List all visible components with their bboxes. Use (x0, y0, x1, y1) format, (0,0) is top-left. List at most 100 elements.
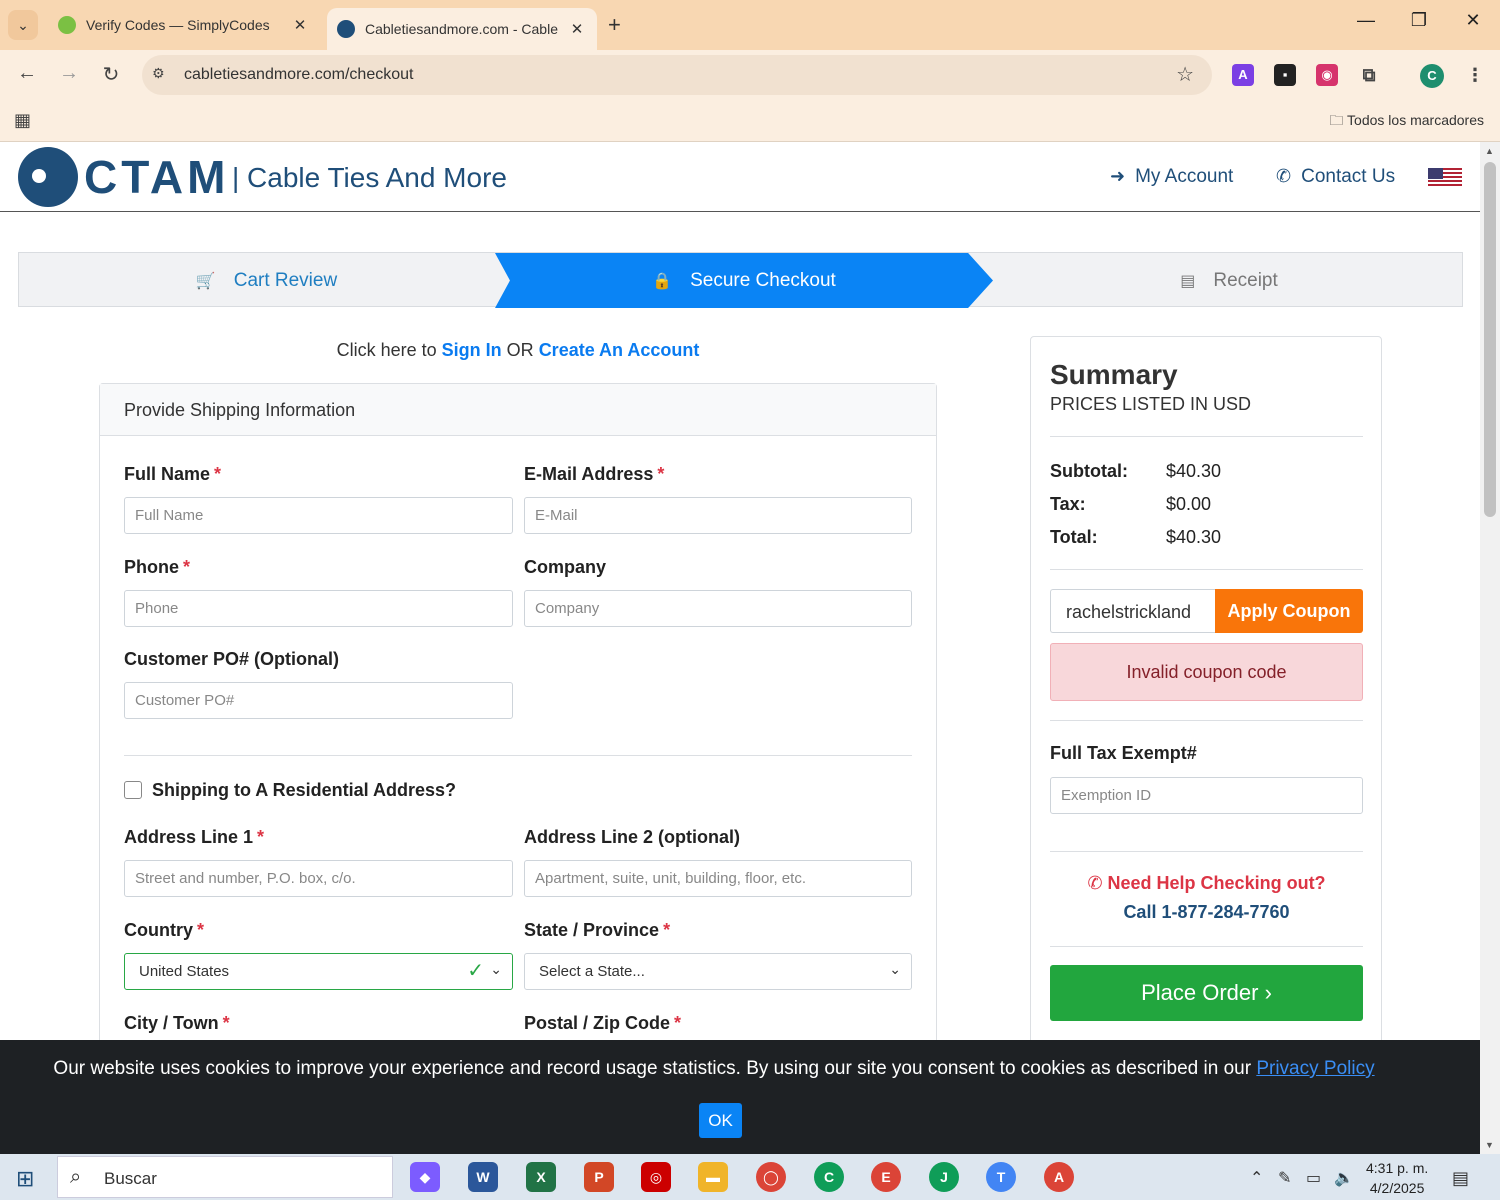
full-name-input[interactable]: Full Name (124, 497, 513, 534)
forward-arrow-icon[interactable]: → (56, 62, 82, 85)
step-label: Cart Review (233, 270, 338, 291)
place-order-button[interactable]: Place Order › (1050, 965, 1363, 1021)
restore-icon[interactable]: ❐ (1399, 10, 1439, 31)
address-bar[interactable]: ⚙ cabletiesandmore.com/checkout ☆ (142, 55, 1212, 95)
us-flag-icon[interactable] (1428, 168, 1462, 188)
tax-row: Tax: $0.00 (1050, 494, 1212, 514)
back-arrow-icon[interactable]: ← (14, 62, 40, 85)
shipping-card: Provide Shipping Information Full Name * … (99, 383, 937, 1083)
scrollbar-thumb[interactable] (1484, 162, 1496, 517)
close-icon[interactable]: ✕ (290, 16, 310, 34)
extension-glasses-icon[interactable]: ▪ (1274, 64, 1296, 86)
window-close-icon[interactable]: ✕ (1453, 10, 1493, 31)
browser-tab-simplycodes[interactable]: Verify Codes — SimplyCodes ✕ (48, 8, 320, 42)
summary-divider (1050, 569, 1363, 570)
scroll-down-arrow-icon[interactable]: ▼ (1485, 1140, 1494, 1150)
email-input[interactable]: E-Mail (524, 497, 912, 534)
extension-robot-icon[interactable]: ◉ (1316, 64, 1338, 86)
site-header: CTAM | Cable Ties And More ➜ My Account ✆… (0, 142, 1480, 212)
signin-prompt: Click here to Sign In OR Create An Accou… (100, 340, 936, 361)
windows-start-icon[interactable]: ⊞ (16, 1166, 34, 1192)
step-receipt: ▤ Receipt (994, 253, 1464, 308)
country-select[interactable]: United States ✓ ⌄ (124, 953, 513, 990)
cookie-text: Our website uses cookies to improve your… (53, 1058, 1375, 1079)
tray-chevron-up-icon[interactable]: ⌃ (1250, 1168, 1263, 1188)
volume-icon[interactable]: 🔈 (1334, 1168, 1354, 1188)
tab-title: Verify Codes — SimplyCodes (86, 17, 270, 33)
coupon-input[interactable]: rachelstrickland (1050, 589, 1216, 633)
cookie-ok-button[interactable]: OK (699, 1103, 742, 1138)
extensions-puzzle-icon[interactable]: ⧉ (1358, 64, 1380, 86)
help-phone-number[interactable]: Call 1-877-284-7760 (1050, 902, 1363, 923)
network-icon[interactable]: ▭ (1306, 1168, 1321, 1188)
tab-search-button[interactable]: ⌄ (8, 10, 38, 40)
checkout-progress: 🛒 Cart Review 🔒 Secure Checkout ▤ Receipt (18, 252, 1464, 308)
cart-icon: 🛒 (195, 273, 216, 290)
summary-divider (1050, 436, 1363, 437)
residential-label[interactable]: Shipping to A Residential Address? (152, 780, 456, 801)
step-secure-checkout: 🔒 Secure Checkout (495, 253, 993, 308)
browser-tab-cabletiesandmore[interactable]: Cabletiesandmore.com - Cable ✕ (327, 8, 597, 50)
coupon-error-alert: Invalid coupon code (1050, 643, 1363, 701)
url-text[interactable]: cabletiesandmore.com/checkout (184, 66, 413, 84)
contact-us-link[interactable]: ✆ Contact Us (1276, 166, 1395, 188)
summary-divider (1050, 946, 1363, 947)
minimize-icon[interactable]: — (1346, 10, 1386, 31)
address2-input[interactable]: Apartment, suite, unit, building, floor,… (524, 860, 912, 897)
create-account-link[interactable]: Create An Account (539, 340, 700, 360)
exemption-id-input[interactable]: Exemption ID (1050, 777, 1363, 814)
powerpoint-icon[interactable]: P (584, 1162, 614, 1192)
state-select[interactable]: Select a State... ⌄ (524, 953, 912, 990)
address1-input[interactable]: Street and number, P.O. box, c/o. (124, 860, 513, 897)
bookmark-star-icon[interactable]: ☆ (1176, 62, 1194, 87)
apps-grid-icon[interactable]: ▦ (14, 110, 31, 131)
excel-icon[interactable]: X (526, 1162, 556, 1192)
sign-in-link[interactable]: Sign In (442, 340, 502, 360)
logo-text[interactable]: CTAM (84, 150, 229, 204)
chrome-profile-c-icon[interactable]: C (814, 1162, 844, 1192)
my-account-link[interactable]: ➜ My Account (1110, 166, 1233, 188)
chrome-profile-e-icon[interactable]: E (871, 1162, 901, 1192)
copilot-icon[interactable]: ◆ (410, 1162, 440, 1192)
summary-subtitle: PRICES LISTED IN USD (1050, 394, 1252, 414)
ctam-logo-icon[interactable] (18, 147, 78, 207)
profile-avatar[interactable]: C (1420, 64, 1444, 88)
close-icon[interactable]: ✕ (567, 20, 587, 38)
customer-po-input[interactable]: Customer PO# (124, 682, 513, 719)
postal-label: Postal / Zip Code * (524, 1013, 682, 1033)
reload-icon[interactable]: ↻ (98, 62, 124, 87)
file-explorer-icon[interactable]: ▬ (698, 1162, 728, 1192)
apply-coupon-button[interactable]: Apply Coupon (1215, 589, 1363, 633)
privacy-policy-link[interactable]: Privacy Policy (1256, 1058, 1374, 1079)
simplycodes-favicon-icon (58, 16, 76, 34)
chrome-profile-a-icon[interactable]: A (1044, 1162, 1074, 1192)
step-cart-review[interactable]: 🛒 Cart Review (19, 253, 514, 308)
taskbar-clock[interactable]: 4:31 p. m. 4/2/2025 (1366, 1158, 1428, 1198)
phone-icon: ✆ (1276, 166, 1292, 186)
new-tab-plus-icon[interactable]: + (608, 12, 621, 38)
all-bookmarks-folder[interactable]: 🗀 Todos los marcadores (1329, 110, 1484, 134)
extension-a-icon[interactable]: A (1232, 64, 1254, 86)
page-scrollbar[interactable]: ▲ ▼ (1480, 142, 1500, 1154)
pen-icon[interactable]: ✎ (1278, 1168, 1291, 1188)
app-red-icon[interactable]: ◎ (641, 1162, 671, 1192)
bookmarks-bar: ▦ 🗀 Todos los marcadores (0, 100, 1500, 142)
word-icon[interactable]: W (468, 1162, 498, 1192)
logo-subtitle[interactable]: | Cable Ties And More (232, 162, 507, 194)
phone-input[interactable]: Phone (124, 590, 513, 627)
tab-title: Cabletiesandmore.com - Cable (365, 21, 558, 37)
taskbar-search[interactable]: ⌕ Buscar (57, 1156, 393, 1198)
chrome-icon[interactable]: ◯ (756, 1162, 786, 1192)
notifications-icon[interactable]: ▤ (1452, 1168, 1469, 1189)
company-input[interactable]: Company (524, 590, 912, 627)
site-settings-icon[interactable]: ⚙ (152, 65, 165, 82)
clock-date: 4/2/2025 (1369, 1180, 1425, 1196)
residential-checkbox[interactable] (124, 781, 142, 799)
checkmark-icon: ✓ (467, 960, 484, 982)
cookie-banner: Our website uses cookies to improve your… (0, 1040, 1480, 1154)
scroll-up-arrow-icon[interactable]: ▲ (1485, 146, 1494, 156)
chrome-profile-t-icon[interactable]: T (986, 1162, 1016, 1192)
chrome-profile-j-icon[interactable]: J (929, 1162, 959, 1192)
address2-label: Address Line 2 (optional) (524, 827, 741, 847)
menu-kebab-icon[interactable]: ⋮ (1464, 64, 1486, 86)
